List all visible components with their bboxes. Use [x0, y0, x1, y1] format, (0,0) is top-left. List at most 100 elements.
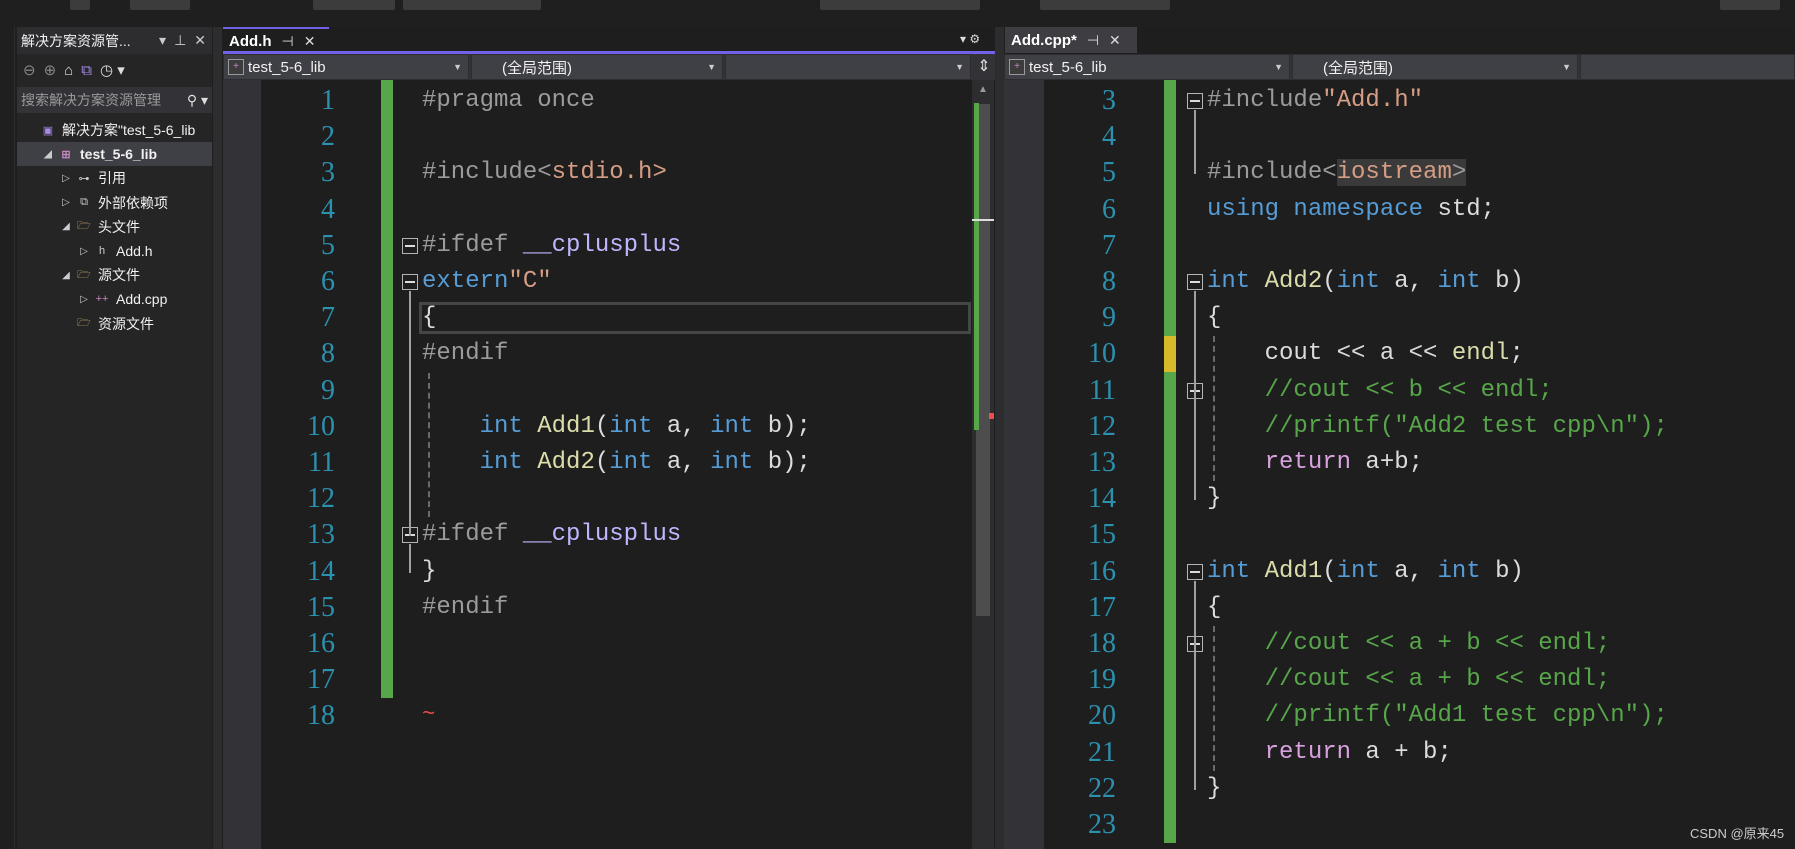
- code-token: a,: [652, 412, 711, 440]
- toolbar-button[interactable]: [130, 0, 190, 10]
- scroll-up-icon[interactable]: ▲: [978, 84, 988, 95]
- code-line: #pragma once: [422, 83, 595, 119]
- collapse-toggle-icon[interactable]: [402, 237, 418, 254]
- tree-item-label: Add.h: [116, 243, 153, 259]
- toolbar-button[interactable]: [820, 0, 980, 10]
- line-number: 7: [321, 302, 335, 334]
- collapsed-arrow-icon[interactable]: ▷: [59, 197, 73, 208]
- toolbar-button[interactable]: [70, 0, 90, 10]
- live-share-button[interactable]: [1720, 0, 1780, 10]
- code-line: int Add1(int a, int b): [1207, 554, 1524, 590]
- member-dropdown[interactable]: [1580, 54, 1795, 80]
- code-line: int Add2(int a, int b): [1207, 264, 1524, 300]
- tree-item[interactable]: ◢ ⊞ test_5-6_lib: [17, 142, 212, 167]
- tree-item[interactable]: ◢ 🗁 头文件: [17, 215, 212, 239]
- tree-item[interactable]: ▷ ⊶ 引用: [17, 166, 212, 190]
- code-token: #include<: [1207, 159, 1337, 187]
- splitter[interactable]: [213, 27, 222, 849]
- pin-icon[interactable]: ⊣: [282, 33, 294, 50]
- switch-views-icon[interactable]: ⧉: [81, 62, 92, 79]
- line-number: 17: [1088, 591, 1116, 623]
- collapsed-arrow-icon[interactable]: ▷: [59, 173, 73, 184]
- line-number: 3: [1102, 85, 1116, 116]
- tree-item[interactable]: ▷ ⧉ 外部依赖项: [17, 191, 212, 215]
- splitter[interactable]: [995, 27, 1004, 849]
- scope-label: (全局范围): [1323, 59, 1393, 77]
- header-file-icon: h: [98, 245, 106, 257]
- code-line: #endif: [422, 336, 508, 372]
- collapse-toggle-icon[interactable]: [402, 274, 418, 290]
- split-window-icon[interactable]: ⇕: [973, 54, 995, 80]
- left-vertical-scrollbar[interactable]: ▲: [972, 80, 994, 849]
- tree-item-label: 引用: [98, 170, 126, 187]
- pin-icon[interactable]: ⊣: [1087, 32, 1099, 49]
- code-line: //printf("Add2 test cpp\n");: [1207, 409, 1668, 445]
- forward-icon[interactable]: ⊕: [44, 61, 57, 79]
- line-number: 5: [321, 229, 335, 261]
- right-code-editor[interactable]: 3 #include"Add.h" 4 5 #include<iostream> 6 usi…: [1004, 80, 1795, 849]
- project-dropdown[interactable]: + test_5-6_lib ▼: [1004, 54, 1290, 80]
- platform-dropdown[interactable]: [403, 0, 541, 10]
- collapse-toggle-icon[interactable]: [1187, 563, 1203, 580]
- expanded-arrow-icon[interactable]: ◢: [59, 270, 73, 281]
- dropdown-icon[interactable]: ▾: [159, 32, 166, 49]
- close-icon[interactable]: ✕: [304, 33, 316, 50]
- code-token: }: [1207, 485, 1222, 513]
- code-token: Add1: [1264, 557, 1323, 585]
- collapsed-arrow-icon[interactable]: ▷: [77, 294, 91, 305]
- collapse-toggle-icon[interactable]: [1187, 93, 1203, 109]
- line-number: 8: [321, 338, 335, 370]
- tab-add-cpp[interactable]: Add.cpp* ⊣ ✕: [1005, 27, 1137, 53]
- solution-search-input[interactable]: 搜索解决方案资源管理 ⚲ ▾: [17, 87, 212, 113]
- tree-item[interactable]: ▷ ++ Add.cpp: [17, 287, 212, 311]
- code-token: iostream: [1336, 159, 1452, 187]
- code-token: int: [479, 449, 523, 476]
- pin-icon[interactable]: ⊥: [174, 32, 186, 49]
- expanded-arrow-icon[interactable]: ◢: [41, 149, 55, 160]
- line-number: 13: [1088, 447, 1116, 478]
- close-icon[interactable]: ✕: [194, 32, 206, 49]
- line-number: 8: [1102, 266, 1116, 297]
- home-icon[interactable]: ⌂: [64, 62, 73, 79]
- code-token: (: [1322, 268, 1337, 295]
- change-marker: [974, 103, 979, 430]
- indent-guide: [1213, 336, 1215, 482]
- left-code-editor[interactable]: 1 #pragma once 2 3 #include<stdio.h> 4 5 #ifdef…: [223, 80, 972, 849]
- cpp-file-icon: ++: [95, 293, 109, 306]
- filter-folder-icon: 🗁: [77, 317, 91, 330]
- code-token: a+b;: [1351, 449, 1424, 476]
- tree-item[interactable]: ▣ 解决方案"test_5-6_lib: [17, 118, 212, 142]
- project-dropdown[interactable]: + test_5-6_lib ▼: [223, 54, 469, 80]
- collapsed-arrow-icon[interactable]: ▷: [77, 246, 91, 257]
- tab-add-h[interactable]: Add.h ⊣ ✕: [223, 27, 329, 53]
- right-navigation-bar: + test_5-6_lib ▼ (全局范围) ▼: [1004, 54, 1795, 80]
- collapse-toggle-icon[interactable]: [1187, 274, 1203, 290]
- solution-explorer-toolbar: ⊖ ⊕ ⌂ ⧉ ◷ ▾: [17, 55, 212, 85]
- tab-list-dropdown-icon[interactable]: ▾ ⚙: [960, 32, 980, 46]
- close-icon[interactable]: ✕: [1109, 32, 1121, 49]
- code-line: using namespace std;: [1207, 192, 1495, 228]
- config-dropdown[interactable]: [313, 0, 395, 10]
- code-token: int: [1437, 557, 1481, 585]
- search-icon[interactable]: ⚲ ▾: [187, 92, 212, 109]
- code-token: return: [1264, 738, 1352, 766]
- code-line: }: [422, 554, 436, 590]
- tree-item[interactable]: ◢ 🗁 源文件: [17, 263, 212, 287]
- toolbar-button[interactable]: [1040, 0, 1170, 10]
- scope-dropdown[interactable]: (全局范围) ▼: [1292, 54, 1578, 80]
- history-icon[interactable]: ◷ ▾: [100, 61, 125, 79]
- panel-title: 解决方案资源管...: [21, 32, 131, 49]
- expanded-arrow-icon[interactable]: ◢: [59, 221, 73, 232]
- tab-label: Add.cpp*: [1011, 31, 1077, 49]
- code-token: int: [1336, 557, 1380, 585]
- scope-dropdown[interactable]: (全局范围) ▼: [471, 54, 723, 80]
- tree-item[interactable]: ▷ h Add.h: [17, 239, 212, 263]
- code-line: //printf("Add1 test cpp\n");: [1207, 698, 1668, 734]
- back-icon[interactable]: ⊖: [23, 61, 36, 79]
- tree-item[interactable]: 🗁 资源文件: [17, 312, 212, 336]
- toolbox-strip[interactable]: [0, 27, 15, 849]
- outline-guide: [1194, 399, 1196, 464]
- member-dropdown[interactable]: ▼: [725, 54, 971, 80]
